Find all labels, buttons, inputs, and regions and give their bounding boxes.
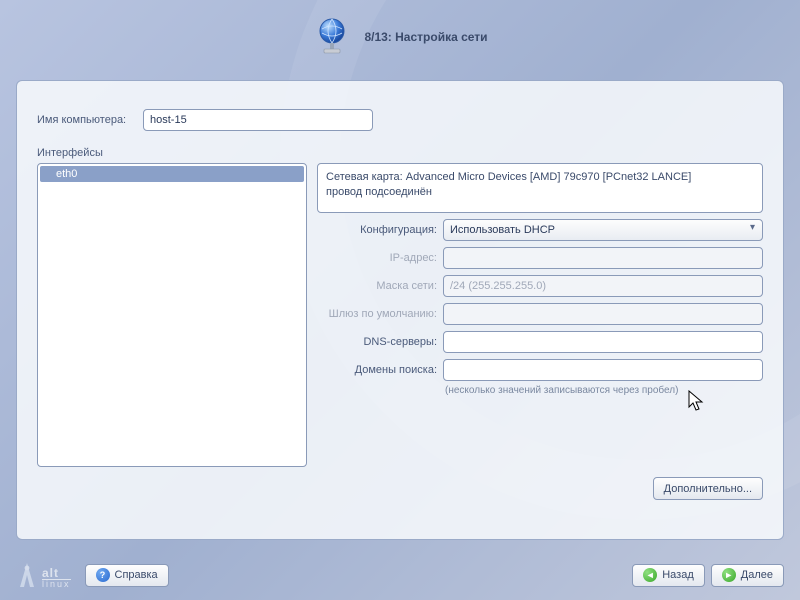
gateway-input: [443, 303, 763, 325]
mask-input: [443, 275, 763, 297]
ip-input: [443, 247, 763, 269]
interface-details: Сетевая карта: Advanced Micro Devices [A…: [317, 163, 763, 467]
arrow-right-icon: ►: [722, 568, 736, 582]
dns-input[interactable]: [443, 331, 763, 353]
globe-icon: [312, 17, 352, 57]
page-title: 8/13: Настройка сети: [364, 30, 487, 44]
help-icon: ?: [96, 568, 110, 582]
search-domains-input[interactable]: [443, 359, 763, 381]
config-label: Конфигурация:: [317, 224, 437, 236]
interfaces-label: Интерфейсы: [37, 147, 763, 159]
arrow-left-icon: ◄: [643, 568, 657, 582]
hostname-row: Имя компьютера:: [37, 109, 763, 131]
interfaces-list[interactable]: eth0: [37, 163, 307, 467]
back-button[interactable]: ◄ Назад: [632, 564, 705, 587]
dns-label: DNS-серверы:: [317, 336, 437, 348]
mask-label: Маска сети:: [317, 280, 437, 292]
main-panel: Имя компьютера: Интерфейсы eth0 Сетевая …: [16, 80, 784, 540]
footer: alt linux ? Справка ◄ Назад ► Далее: [0, 550, 800, 600]
logo-text-linux: linux: [42, 579, 71, 589]
multi-value-hint: (несколько значений записываются через п…: [445, 385, 763, 396]
logo-text-alt: alt: [42, 567, 71, 579]
nic-info-box: Сетевая карта: Advanced Micro Devices [A…: [317, 163, 763, 213]
config-select[interactable]: Использовать DHCP: [443, 219, 763, 241]
nic-info-line2: провод подсоединён: [326, 185, 754, 200]
interface-item-eth0[interactable]: eth0: [40, 166, 304, 182]
installer-header: 8/13: Настройка сети: [0, 0, 800, 60]
next-button[interactable]: ► Далее: [711, 564, 784, 587]
hostname-label: Имя компьютера:: [37, 114, 135, 126]
gateway-label: Шлюз по умолчанию:: [317, 308, 437, 320]
ip-label: IP-адрес:: [317, 252, 437, 264]
nic-info-line1: Сетевая карта: Advanced Micro Devices [A…: [326, 170, 754, 185]
hostname-input[interactable]: [143, 109, 373, 131]
additional-button[interactable]: Дополнительно...: [653, 477, 763, 500]
search-domains-label: Домены поиска:: [317, 364, 437, 376]
help-button[interactable]: ? Справка: [85, 564, 169, 587]
alt-linux-logo: alt linux: [16, 561, 71, 589]
